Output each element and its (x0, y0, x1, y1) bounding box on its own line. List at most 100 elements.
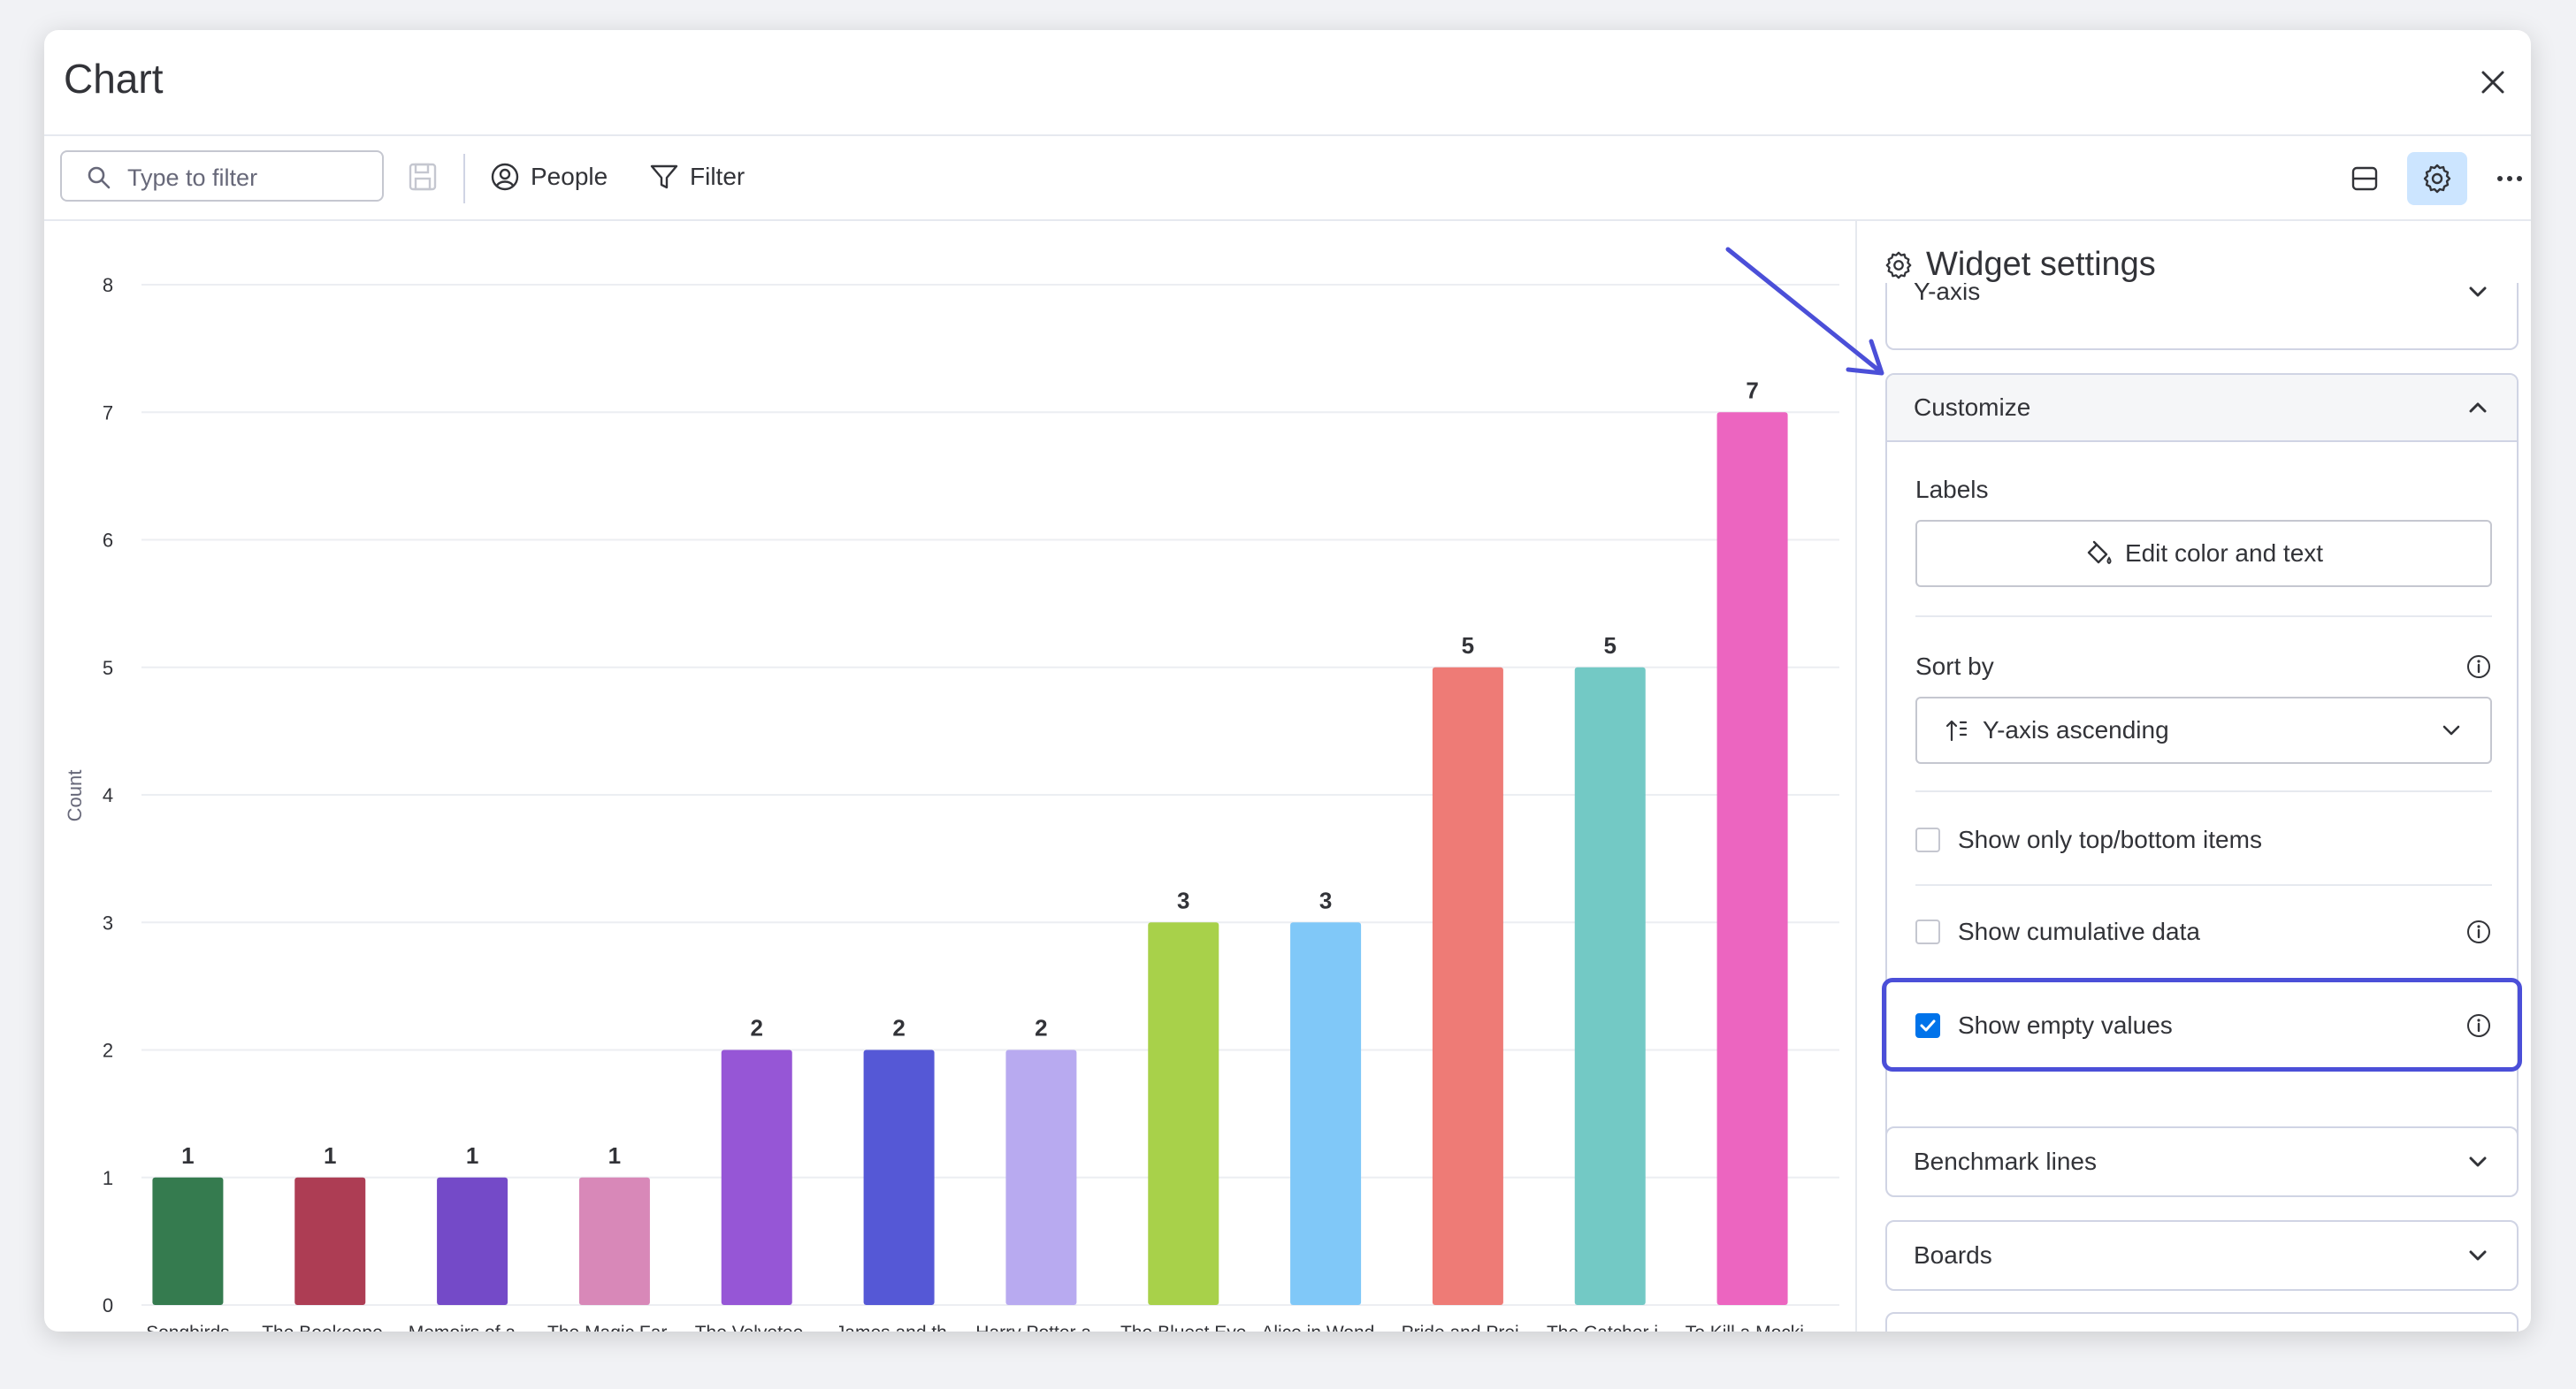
search-icon (88, 166, 111, 189)
person-icon (491, 163, 519, 191)
cumulative-label: Show cumulative data (1958, 918, 2200, 945)
save-icon (409, 163, 437, 191)
widget-settings-panel: Widget settings Y-axis Customize Labels (1857, 221, 2531, 1332)
bar (1574, 667, 1646, 1305)
toolbar-divider (463, 154, 465, 203)
bar (437, 1177, 508, 1305)
bar (152, 1177, 224, 1305)
search-input[interactable] (126, 159, 377, 196)
x-tick-label: James and th... (836, 1323, 963, 1332)
empty-values-checkbox[interactable] (1915, 1013, 1940, 1038)
customize-label: Customize (1914, 393, 2031, 421)
bar-value-label: 2 (892, 1015, 905, 1042)
option-cumulative: Show cumulative data (1915, 911, 2492, 953)
chevron-down-icon (2469, 1156, 2487, 1167)
info-icon[interactable] (2465, 1012, 2492, 1039)
info-icon[interactable] (2465, 919, 2492, 945)
customize-header[interactable]: Customize (1887, 375, 2517, 442)
bar (1148, 922, 1219, 1305)
search-box (60, 150, 384, 202)
bar-value-label: 1 (608, 1142, 621, 1169)
bar (1290, 922, 1362, 1305)
settings-button[interactable] (2407, 152, 2467, 205)
edit-color-label: Edit color and text (2124, 539, 2324, 567)
boards-label: Boards (1914, 1241, 1992, 1269)
edit-color-text-button[interactable]: Edit color and text (1915, 520, 2492, 587)
sort-ascending-icon (1945, 720, 1968, 742)
y-tick-label: 3 (103, 912, 113, 934)
panel-title-text: Widget settings (1926, 246, 2156, 283)
bar-value-label: 2 (751, 1015, 763, 1042)
cumulative-checkbox[interactable] (1915, 920, 1940, 944)
y-tick-label: 1 (103, 1167, 113, 1189)
filter-label: Filter (690, 163, 745, 190)
x-tick-label: Pride and Prej... (1402, 1323, 1535, 1332)
section-separator (1915, 884, 2492, 886)
bar (1005, 1049, 1077, 1305)
chevron-down-icon (2469, 1250, 2487, 1261)
save-view-button[interactable] (403, 157, 442, 196)
bar-value-label: 3 (1177, 887, 1189, 913)
chevron-down-icon (2442, 725, 2460, 736)
bar (578, 1177, 650, 1305)
boards-section[interactable]: Boards (1885, 1220, 2519, 1291)
yaxis-section[interactable]: Y-axis (1885, 283, 2519, 350)
labels-label: Labels (1915, 476, 1989, 503)
annotation-arrow (1725, 247, 1884, 376)
sort-by-row: Sort by (1915, 653, 2492, 681)
x-tick-label: The Bluest Eye (1120, 1323, 1246, 1332)
panel-title: Widget settings (1884, 246, 2156, 284)
filter-button[interactable]: Filter (649, 152, 745, 202)
x-tick-label: Harry Potter a... (975, 1323, 1106, 1332)
bar-chart: 0 1 2 3 4 5 6 7 8 Count 1 Songbirds 1 The Beekeepe...… (64, 274, 1839, 1332)
top-bottom-label: Show only top/bottom items (1958, 826, 2262, 853)
bar-value-label: 5 (1462, 632, 1474, 659)
bar-value-label: 1 (181, 1142, 194, 1169)
y-tick-label: 5 (103, 657, 113, 679)
layout-icon (2351, 166, 2378, 191)
bar-value-label: 2 (1035, 1015, 1047, 1042)
customize-section: Customize Labels Edit color and text Sor… (1885, 373, 2519, 1151)
more-icon (2497, 176, 2522, 181)
checkmark-icon (1920, 1019, 1936, 1032)
y-axis-label: Count (64, 770, 86, 822)
chart-window: Chart Type to filter People Filter 0 1 2… (44, 30, 2531, 1332)
sort-by-label: Sort by (1915, 653, 1994, 680)
section-separator (1915, 615, 2492, 617)
y-tick-label: 6 (103, 530, 113, 552)
x-tick-label: Memoirs of a ... (409, 1323, 537, 1332)
x-tick-label: To Kill a Mocki... (1685, 1323, 1820, 1332)
x-tick-label: Songbirds (146, 1323, 230, 1332)
chevron-down-icon (2469, 286, 2487, 297)
chart-area: 0 1 2 3 4 5 6 7 8 Count 1 Songbirds 1 The Beekeepe...… (44, 221, 1855, 1332)
x-tick-label: The Beekeepe... (262, 1323, 398, 1332)
people-filter-button[interactable]: People (490, 152, 608, 202)
funnel-icon (650, 164, 678, 189)
chevron-up-icon (2469, 402, 2487, 413)
close-icon (2481, 71, 2504, 94)
bar-value-label: 5 (1604, 632, 1617, 659)
y-tick-label: 7 (103, 401, 113, 424)
option-top-bottom: Show only top/bottom items (1915, 819, 2492, 861)
top-bottom-checkbox[interactable] (1915, 828, 1940, 852)
benchmark-label: Benchmark lines (1914, 1148, 2097, 1175)
benchmark-lines-section[interactable]: Benchmark lines (1885, 1126, 2519, 1197)
bar-value-label: 1 (466, 1142, 478, 1169)
close-button[interactable] (2471, 60, 2515, 104)
bar (1716, 412, 1788, 1305)
gear-icon (2423, 164, 2451, 194)
info-icon[interactable] (2465, 653, 2492, 680)
section-separator (1915, 790, 2492, 792)
y-tick-label: 8 (103, 274, 113, 296)
y-tick-label: 2 (103, 1040, 113, 1062)
next-section[interactable] (1885, 1312, 2519, 1332)
y-tick-label: 4 (103, 784, 113, 806)
more-options-button[interactable] (2480, 152, 2531, 205)
bar-value-label: 1 (324, 1142, 336, 1169)
y-tick-label: 0 (103, 1294, 113, 1316)
layout-toggle-button[interactable] (2335, 152, 2395, 205)
sort-by-select[interactable]: Y-axis ascending (1915, 697, 2492, 764)
x-tick-label: The Catcher i... (1547, 1323, 1674, 1332)
x-tick-label: Alice in Wond... (1261, 1323, 1390, 1332)
bar (1432, 667, 1503, 1305)
